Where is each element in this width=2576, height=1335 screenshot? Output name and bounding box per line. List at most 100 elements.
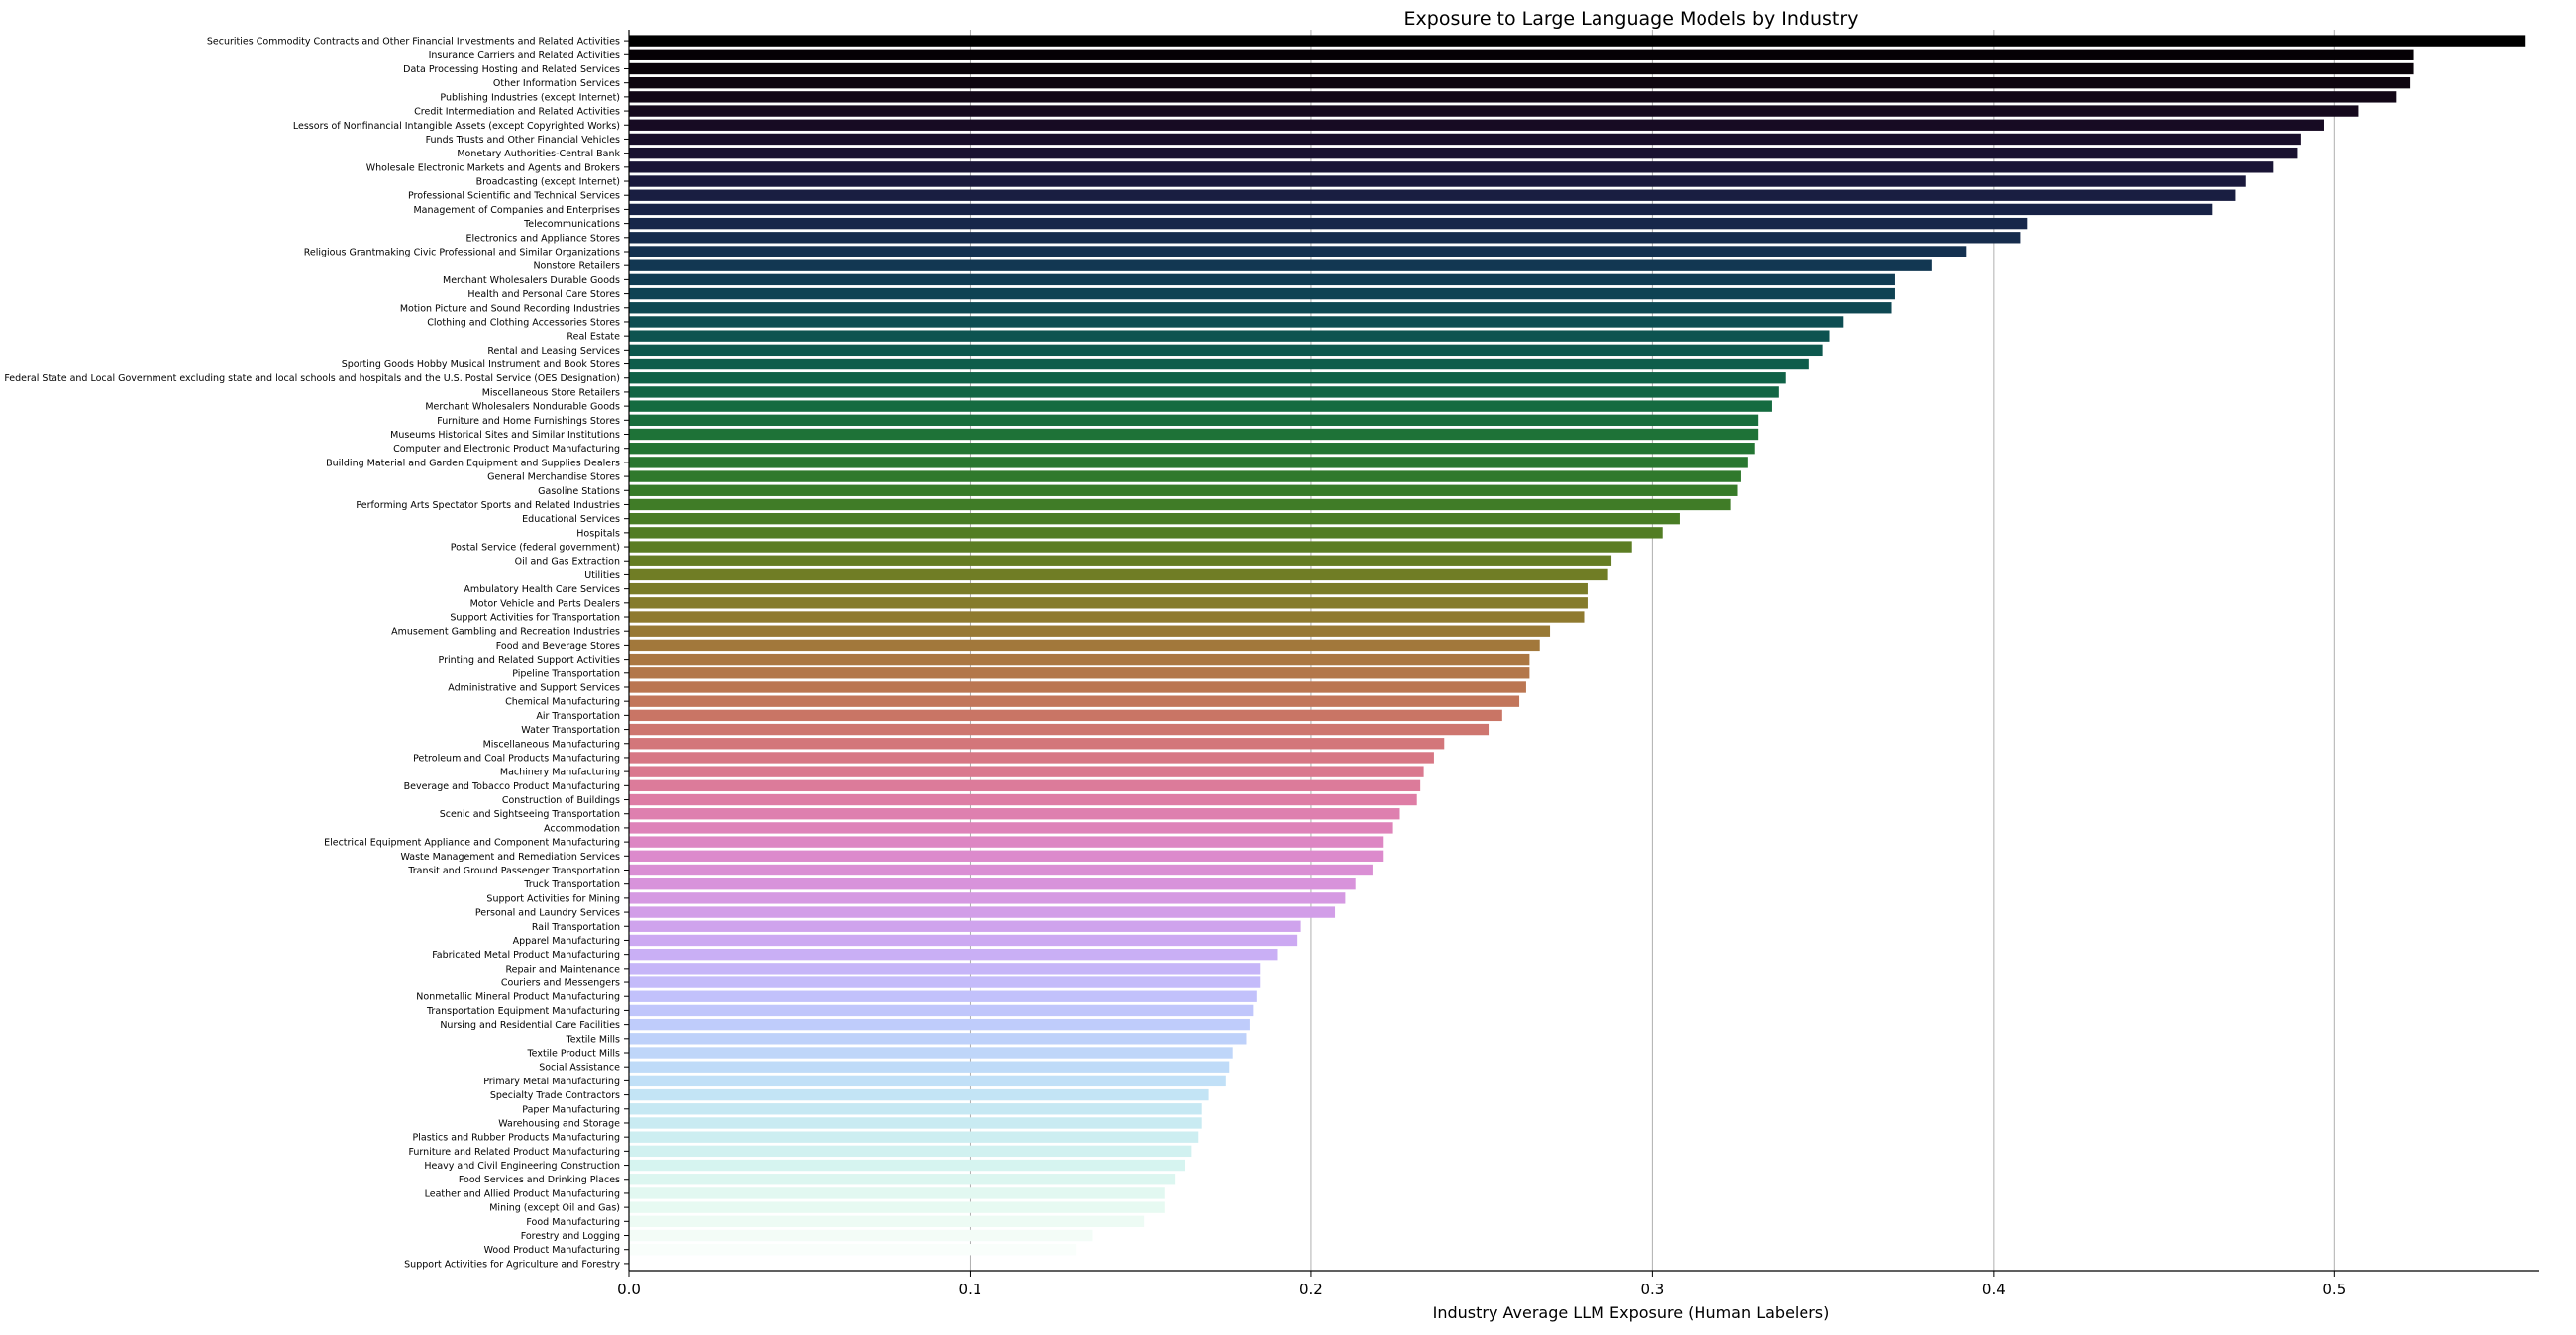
y-tick-label: Paper Manufacturing — [522, 1104, 620, 1115]
bar — [629, 287, 1895, 300]
y-tick-label: Ambulatory Health Care Services — [464, 584, 620, 595]
bar — [629, 457, 1748, 468]
y-tick-label: Transportation Equipment Manufacturing — [426, 1006, 620, 1017]
y-tick-label: Gasoline Stations — [538, 486, 620, 497]
y-tick-label: Religious Grantmaking Civic Professional… — [304, 247, 620, 257]
y-tick-label: Accommodation — [544, 823, 620, 834]
y-tick-label: Miscellaneous Manufacturing — [483, 739, 620, 750]
y-tick-label: Health and Personal Care Stores — [467, 289, 620, 300]
bar — [629, 568, 1608, 581]
bar — [629, 892, 1346, 904]
y-tick-label: Furniture and Related Product Manufactur… — [408, 1147, 620, 1158]
bar — [629, 330, 1830, 342]
y-tick-label: Oil and Gas Extraction — [515, 557, 620, 567]
y-tick-label: Computer and Electronic Product Manufact… — [393, 444, 620, 455]
bar — [629, 1244, 1077, 1256]
bar — [629, 1187, 1165, 1199]
bar — [629, 948, 1278, 961]
x-tick-label: 0.3 — [1640, 1281, 1664, 1298]
y-tick-label: Plastics and Rubber Products Manufacturi… — [413, 1133, 620, 1144]
y-tick-label: Merchant Wholesalers Durable Goods — [443, 275, 620, 286]
bar — [629, 1117, 1202, 1129]
bar — [629, 76, 2411, 89]
y-tick-label: Publishing Industries (except Internet) — [440, 92, 620, 103]
y-tick-label: Air Transportation — [536, 711, 620, 722]
bar — [629, 1018, 1250, 1031]
x-tick-label: 0.5 — [2322, 1281, 2346, 1298]
y-tick-label: Personal and Laundry Services — [475, 908, 620, 919]
y-tick-label: Credit Intermediation and Related Activi… — [414, 107, 620, 118]
y-tick-label: Textile Mills — [566, 1034, 620, 1045]
y-tick-label: Performing Arts Spectator Sports and Rel… — [356, 500, 620, 511]
bar — [629, 639, 1540, 652]
y-tick-label: General Merchandise Stores — [487, 472, 620, 483]
y-tick-label: Broadcasting (except Internet) — [476, 177, 620, 188]
bar — [629, 1004, 1254, 1017]
bar — [629, 836, 1384, 848]
y-tick-label: Administrative and Support Services — [448, 682, 620, 693]
bar — [629, 512, 1680, 525]
y-tick-label: Miscellaneous Store Retailers — [482, 387, 620, 398]
bar — [629, 709, 1502, 722]
bar — [629, 681, 1526, 693]
y-tick-label: Waste Management and Remediation Service… — [400, 852, 620, 863]
y-tick-label: Nonmetallic Mineral Product Manufacturin… — [416, 992, 620, 1003]
y-tick-label: Clothing and Clothing Accessories Stores — [427, 317, 620, 328]
bar — [629, 1088, 1209, 1101]
bar — [629, 1131, 1199, 1143]
y-tick-label: Machinery Manufacturing — [500, 768, 620, 778]
y-tick-label: Insurance Carriers and Related Activitie… — [429, 51, 620, 61]
bar — [629, 484, 1738, 496]
y-tick-label: Specialty Trade Contractors — [490, 1090, 620, 1101]
y-tick-label: Beverage and Tobacco Product Manufacturi… — [404, 781, 620, 792]
bar — [629, 738, 1445, 750]
y-tick-label: Data Processing Hosting and Related Serv… — [403, 64, 620, 75]
bar — [629, 864, 1373, 876]
bar — [629, 976, 1261, 988]
y-tick-label: Mining (except Oil and Gas) — [489, 1203, 620, 1214]
bar — [629, 161, 2274, 173]
bar — [629, 1229, 1093, 1242]
y-tick-label: Museums Historical Sites and Similar Ins… — [390, 430, 620, 441]
chart-title: Exposure to Large Language Models by Ind… — [1404, 8, 1859, 30]
y-tick-label: Chemical Manufacturing — [505, 697, 620, 708]
bar — [629, 906, 1336, 918]
bar — [629, 1159, 1185, 1172]
y-tick-label: Apparel Manufacturing — [513, 936, 620, 947]
x-axis-label: Industry Average LLM Exposure (Human Lab… — [1433, 1303, 1830, 1322]
bar — [629, 582, 1588, 595]
bar — [629, 217, 2028, 230]
bar — [629, 1145, 1192, 1158]
y-tick-label: Couriers and Messengers — [501, 978, 620, 989]
x-tick-labels: 0.0 0.1 0.2 0.3 0.4 0.5 — [617, 1271, 2346, 1298]
y-tick-label: Food Services and Drinking Places — [459, 1175, 620, 1185]
y-tick-label: Lessors of Nonfinancial Intangible Asset… — [293, 121, 620, 132]
bar — [629, 625, 1551, 637]
bar — [629, 920, 1301, 932]
bar — [629, 779, 1421, 792]
x-tick-label: 0.1 — [959, 1281, 982, 1298]
y-tick-label: Funds Trusts and Other Financial Vehicle… — [426, 135, 620, 146]
bar — [629, 990, 1257, 1002]
bar — [629, 470, 1741, 482]
bar — [629, 91, 2397, 103]
y-tick-label: Motor Vehicle and Parts Dealers — [470, 598, 620, 609]
y-tick-label: Postal Service (federal government) — [451, 543, 620, 554]
y-tick-label: Educational Services — [522, 514, 620, 525]
bar-chart: Securities Commodity Contracts and Other… — [4, 8, 2539, 1322]
bar — [629, 358, 1809, 370]
bar — [629, 1103, 1202, 1115]
y-tick-label: Food and Beverage Stores — [496, 641, 620, 652]
bar — [629, 133, 2301, 146]
bar — [629, 147, 2298, 159]
bar — [629, 372, 1786, 384]
y-tick-label: Petroleum and Coal Products Manufacturin… — [413, 753, 620, 764]
bar — [629, 555, 1612, 566]
y-tick-label: Sporting Goods Hobby Musical Instrument … — [342, 359, 620, 370]
y-tick-label: Building Material and Garden Equipment a… — [326, 458, 620, 468]
y-tick-label: Water Transportation — [521, 725, 620, 736]
bar — [629, 934, 1298, 947]
y-tick-label: Hospitals — [576, 528, 620, 539]
bar — [629, 232, 2021, 244]
bar — [629, 35, 2526, 47]
